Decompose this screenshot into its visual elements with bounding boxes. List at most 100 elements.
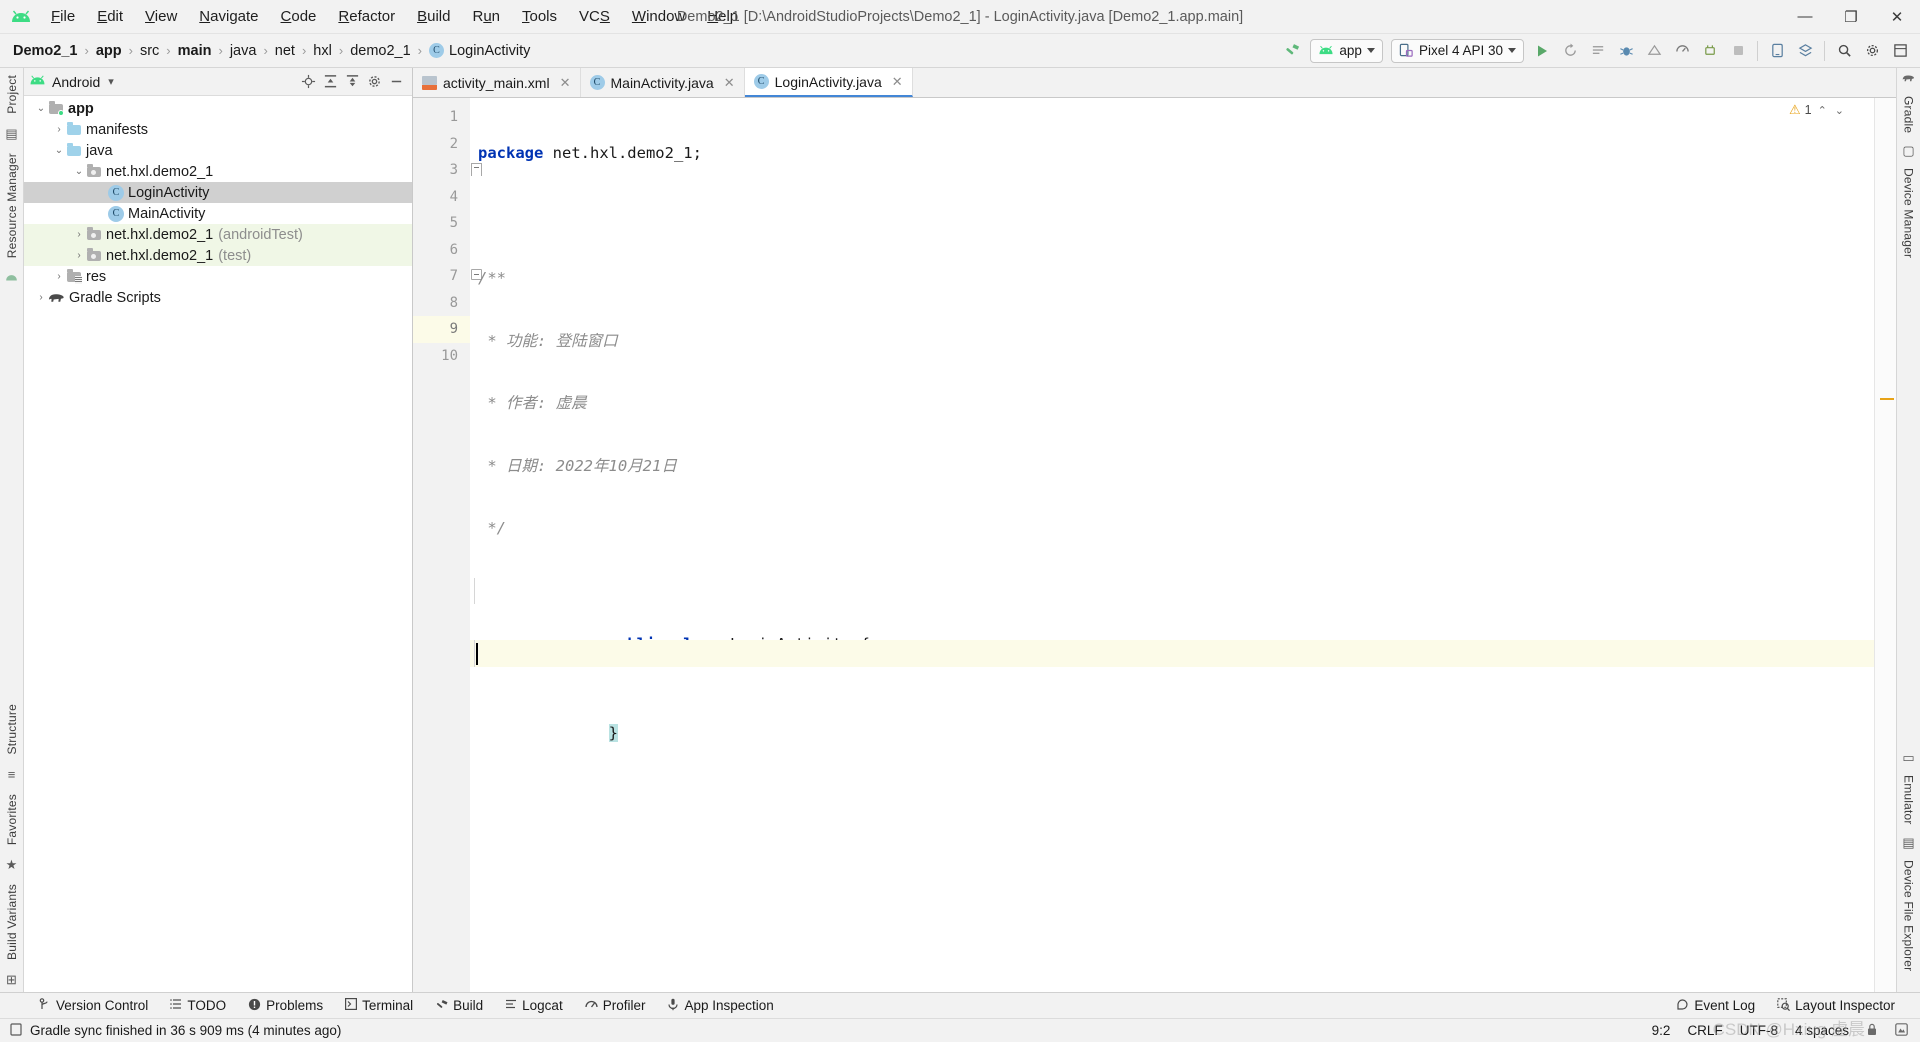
breadcrumb-item-class[interactable]: C LoginActivity — [426, 42, 533, 60]
tree-node-package-test[interactable]: › net.hxl.demo2_1 (test) — [24, 245, 412, 266]
tool-window-app-inspection[interactable]: App Inspection — [656, 996, 784, 1016]
collapse-all-icon[interactable] — [341, 71, 363, 93]
editor-markup-scrollbar[interactable] — [1874, 98, 1896, 992]
inspection-status[interactable]: ⚠ 1 ⌃ ⌄ — [1789, 102, 1846, 118]
tool-window-problems[interactable]: Problems — [237, 996, 334, 1016]
rail-button-device-file-explorer[interactable]: Device File Explorer — [1902, 857, 1916, 974]
apply-changes-icon[interactable] — [1585, 38, 1611, 64]
debug-icon[interactable] — [1613, 38, 1639, 64]
rail-button-resource-manager[interactable]: Resource Manager — [5, 150, 19, 261]
tree-node-manifests[interactable]: › manifests — [24, 119, 412, 140]
menu-view[interactable]: View — [134, 5, 188, 28]
search-icon[interactable] — [1831, 38, 1857, 64]
indent-setting[interactable]: 4 spaces — [1795, 1023, 1849, 1038]
rail-button-project[interactable]: Project — [5, 72, 19, 117]
layout-inspector-icon[interactable] — [1887, 38, 1913, 64]
breadcrumb-item-main[interactable]: main — [175, 42, 215, 60]
tree-node-main-activity[interactable]: C MainActivity — [24, 203, 412, 224]
tab-activity-main-xml[interactable]: activity_main.xml ✕ — [413, 68, 581, 97]
menu-refactor[interactable]: Refactor — [327, 5, 406, 28]
build-hammer-icon[interactable] — [1279, 38, 1305, 64]
tool-window-version-control[interactable]: Version Control — [28, 996, 159, 1016]
hide-panel-icon[interactable] — [385, 71, 407, 93]
tree-node-login-activity[interactable]: C LoginActivity — [24, 182, 412, 203]
sdk-manager-icon[interactable] — [1792, 38, 1818, 64]
expand-all-icon[interactable] — [319, 71, 341, 93]
code-text-area[interactable]: package net.hxl.demo2_1; /** * 功能: 登陆窗口 … — [470, 98, 1874, 992]
file-encoding[interactable]: UTF-8 — [1740, 1023, 1778, 1038]
chevron-down-icon[interactable]: ⌄ — [72, 166, 86, 177]
run-button[interactable] — [1529, 38, 1555, 64]
close-icon[interactable]: ✕ — [560, 75, 571, 91]
stop-icon[interactable] — [1725, 38, 1751, 64]
tool-window-layout-inspector[interactable]: Layout Inspector — [1766, 996, 1906, 1016]
lock-icon[interactable] — [1866, 1023, 1878, 1039]
menu-help[interactable]: Help — [696, 5, 749, 28]
tree-node-package-androidtest[interactable]: › net.hxl.demo2_1 (androidTest) — [24, 224, 412, 245]
chevron-right-icon[interactable]: › — [52, 271, 66, 282]
chevron-right-icon[interactable]: › — [72, 229, 86, 240]
warning-marker[interactable] — [1880, 398, 1894, 400]
rerun-icon[interactable] — [1557, 38, 1583, 64]
attach-debugger-icon[interactable] — [1697, 38, 1723, 64]
menu-file[interactable]: File — [40, 5, 86, 28]
settings-gear-icon[interactable] — [363, 71, 385, 93]
tree-node-gradle-scripts[interactable]: › Gradle Scripts — [24, 287, 412, 308]
chevron-down-icon[interactable]: ⌄ — [34, 103, 48, 114]
close-button[interactable]: ✕ — [1874, 0, 1920, 33]
rail-button-build-variants[interactable]: Build Variants — [5, 881, 19, 963]
rail-button-structure[interactable]: Structure — [5, 701, 19, 758]
menu-vcs[interactable]: VCS — [568, 5, 621, 28]
breadcrumb-item-java[interactable]: java — [227, 42, 260, 60]
breadcrumb-item-src[interactable]: src — [137, 42, 162, 60]
tree-node-package-main[interactable]: ⌄ net.hxl.demo2_1 — [24, 161, 412, 182]
rail-button-device-manager[interactable]: Device Manager — [1902, 165, 1916, 261]
settings-gear-icon[interactable] — [1859, 38, 1885, 64]
chevron-right-icon[interactable]: › — [52, 124, 66, 135]
chevron-down-icon[interactable]: ⌄ — [52, 145, 66, 156]
apply-code-changes-icon[interactable] — [1641, 38, 1667, 64]
maximize-button[interactable]: ❐ — [1828, 0, 1874, 33]
caret-position[interactable]: 9:2 — [1652, 1023, 1671, 1038]
chevron-up-icon[interactable]: ⌃ — [1816, 104, 1829, 117]
chevron-down-icon[interactable]: ▾ — [108, 75, 114, 88]
tool-window-todo[interactable]: TODO — [159, 996, 237, 1015]
tree-node-java[interactable]: ⌄ java — [24, 140, 412, 161]
tool-window-event-log[interactable]: Event Log — [1665, 996, 1766, 1016]
breadcrumb-item-hxl[interactable]: hxl — [310, 42, 335, 60]
device-selector[interactable]: Pixel 4 API 30 — [1390, 38, 1524, 63]
menu-navigate[interactable]: Navigate — [188, 5, 269, 28]
tab-main-activity-java[interactable]: C MainActivity.java ✕ — [580, 68, 745, 97]
breadcrumb-item-demo2-1[interactable]: demo2_1 — [347, 42, 413, 60]
avd-manager-icon[interactable] — [1764, 38, 1790, 64]
close-icon[interactable]: ✕ — [724, 75, 735, 91]
menu-edit[interactable]: Edit — [86, 5, 134, 28]
target-locate-icon[interactable] — [297, 71, 319, 93]
menu-tools[interactable]: Tools — [511, 5, 568, 28]
run-configuration-selector[interactable]: app — [1310, 38, 1383, 63]
rail-button-gradle[interactable]: Gradle — [1902, 93, 1916, 136]
code-editor[interactable]: 1 2 3 4 5 6 7 8 9 10 package net.hxl.dem… — [413, 98, 1896, 992]
breadcrumb-item-net[interactable]: net — [272, 42, 298, 60]
menu-window[interactable]: Window — [621, 5, 696, 28]
minimize-button[interactable]: — — [1782, 0, 1828, 33]
tree-node-app[interactable]: ⌄ app — [24, 98, 412, 119]
breadcrumb-item-project[interactable]: Demo2_1 — [10, 42, 80, 60]
menu-code[interactable]: Code — [270, 5, 328, 28]
rail-button-favorites[interactable]: Favorites — [5, 791, 19, 848]
tool-window-terminal[interactable]: Terminal — [334, 996, 424, 1015]
menu-run[interactable]: Run — [461, 5, 511, 28]
tool-window-logcat[interactable]: Logcat — [494, 996, 574, 1015]
rail-button-emulator[interactable]: Emulator — [1902, 772, 1916, 828]
tool-window-build[interactable]: Build — [424, 996, 494, 1016]
profile-icon[interactable] — [1669, 38, 1695, 64]
chevron-right-icon[interactable]: › — [34, 292, 48, 303]
tree-node-res[interactable]: › res — [24, 266, 412, 287]
chevron-right-icon[interactable]: › — [72, 250, 86, 261]
close-icon[interactable]: ✕ — [892, 74, 903, 90]
chevron-down-icon[interactable]: ⌄ — [1833, 104, 1846, 117]
breadcrumb-item-app[interactable]: app — [93, 42, 125, 60]
tool-window-profiler[interactable]: Profiler — [574, 996, 657, 1015]
line-separator[interactable]: CRLF — [1687, 1023, 1722, 1038]
tab-login-activity-java[interactable]: C LoginActivity.java ✕ — [744, 68, 913, 97]
